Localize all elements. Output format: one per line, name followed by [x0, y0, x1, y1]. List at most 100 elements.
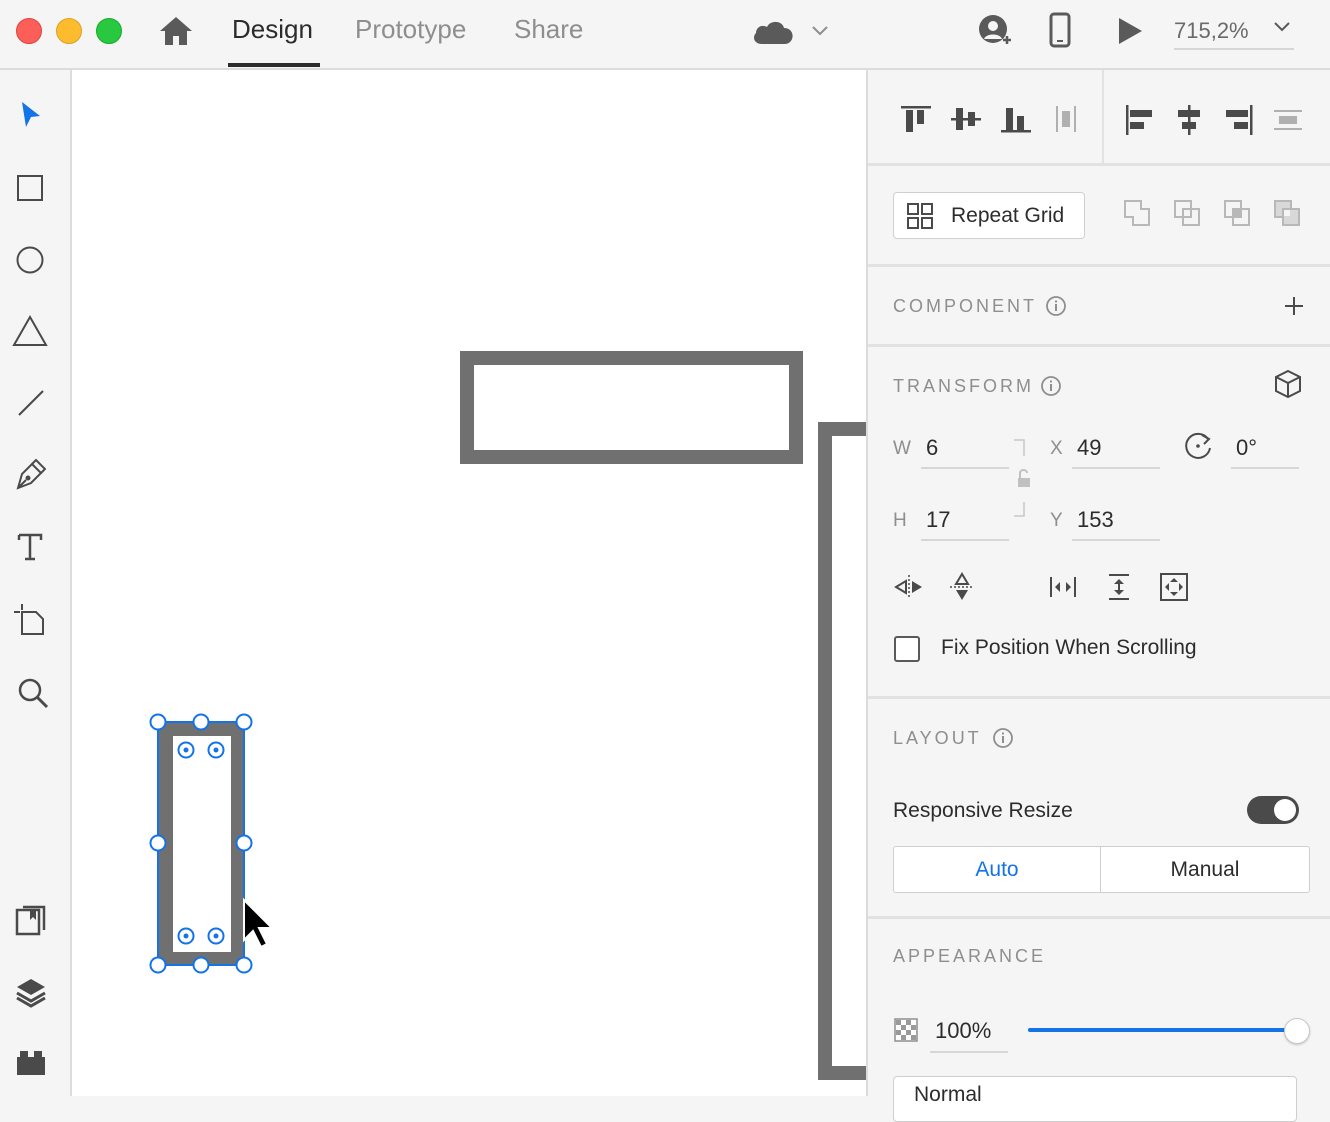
- share-user-icon[interactable]: [976, 12, 1014, 55]
- height-field[interactable]: 17: [926, 507, 950, 533]
- line-icon[interactable]: [16, 388, 46, 418]
- align-center-icon[interactable]: [1174, 104, 1204, 141]
- width-label: W: [893, 438, 911, 459]
- 3d-transform-icon[interactable]: [1272, 368, 1304, 405]
- rectangle-icon[interactable]: [16, 174, 44, 202]
- y-field-underline: [1072, 539, 1160, 541]
- opacity-slider-track[interactable]: [1028, 1028, 1296, 1032]
- boolean-intersect-icon[interactable]: [1222, 198, 1252, 233]
- section-divider: [868, 163, 1330, 166]
- height-label: H: [893, 510, 907, 531]
- property-inspector: Repeat Grid COMPONENT TRANSFORM W 6 X 49…: [866, 70, 1330, 1122]
- boolean-subtract-icon[interactable]: [1172, 198, 1202, 233]
- zoom-level[interactable]: 715,2%: [1174, 18, 1249, 44]
- y-field[interactable]: 153: [1077, 507, 1114, 533]
- opacity-field-underline: [930, 1051, 1008, 1053]
- layout-auto-label: Auto: [975, 858, 1019, 881]
- rotate-icon[interactable]: [1182, 430, 1214, 467]
- align-bottom-icon[interactable]: [1000, 104, 1032, 139]
- resize-handle-top-left[interactable]: [149, 713, 167, 731]
- pen-icon[interactable]: [14, 458, 46, 492]
- align-top-icon[interactable]: [900, 104, 932, 139]
- tab-share[interactable]: Share: [514, 14, 583, 45]
- resize-handle-bottom[interactable]: [192, 956, 210, 974]
- fit-resize-icon[interactable]: [1159, 572, 1189, 607]
- component-section-title: COMPONENT: [893, 296, 1037, 316]
- blend-mode-dropdown[interactable]: Normal: [893, 1076, 1297, 1122]
- selected-rectangle-shape[interactable]: [159, 722, 245, 966]
- layout-auto-button[interactable]: Auto: [893, 846, 1101, 893]
- width-field-underline: [921, 467, 1009, 469]
- layers-icon[interactable]: [14, 976, 48, 1010]
- responsive-resize-toggle[interactable]: [1247, 796, 1299, 824]
- home-icon[interactable]: [158, 14, 194, 53]
- repeat-grid-button[interactable]: Repeat Grid: [893, 192, 1085, 239]
- distribute-vertical-icon[interactable]: [1050, 104, 1082, 139]
- minimize-window-button[interactable]: [56, 18, 82, 44]
- active-tab-indicator: [228, 63, 320, 67]
- text-icon[interactable]: [16, 532, 44, 562]
- flip-vertical-icon[interactable]: [947, 572, 977, 607]
- resize-handle-left[interactable]: [149, 834, 167, 852]
- play-icon[interactable]: [1116, 16, 1144, 51]
- distribute-horizontal-icon[interactable]: [1272, 104, 1304, 141]
- tab-design[interactable]: Design: [232, 14, 313, 45]
- ellipse-icon[interactable]: [15, 245, 45, 275]
- tab-prototype[interactable]: Prototype: [355, 14, 466, 45]
- info-icon[interactable]: [992, 727, 1014, 754]
- opacity-slider-thumb[interactable]: [1284, 1018, 1310, 1044]
- zoom-dropdown-icon[interactable]: [1272, 20, 1292, 39]
- cloud-icon[interactable]: [750, 18, 796, 51]
- info-icon[interactable]: [1045, 295, 1067, 322]
- resize-handle-bottom-right[interactable]: [235, 956, 253, 974]
- artboard-icon[interactable]: [12, 602, 46, 636]
- distribute-spacing-horizontal-icon[interactable]: [1048, 572, 1078, 607]
- align-middle-icon[interactable]: [950, 104, 982, 139]
- info-icon[interactable]: [1040, 375, 1062, 402]
- section-divider: [868, 344, 1330, 347]
- zoom-underline: [1174, 48, 1294, 50]
- appearance-section-title: APPEARANCE: [893, 946, 1047, 966]
- close-window-button[interactable]: [16, 18, 42, 44]
- y-label: Y: [1050, 510, 1063, 531]
- opacity-icon: [894, 1018, 918, 1047]
- lock-aspect-icon[interactable]: [1012, 438, 1036, 525]
- device-preview-icon[interactable]: [1048, 12, 1072, 53]
- assets-icon[interactable]: [14, 904, 48, 938]
- rotation-field[interactable]: 0°: [1236, 435, 1257, 461]
- fix-position-label: Fix Position When Scrolling: [941, 636, 1197, 659]
- resize-handle-top[interactable]: [192, 713, 210, 731]
- chevron-down-icon[interactable]: [810, 24, 830, 43]
- layout-manual-button[interactable]: Manual: [1100, 846, 1310, 893]
- align-left-icon[interactable]: [1124, 104, 1154, 141]
- responsive-resize-label: Responsive Resize: [893, 799, 1073, 822]
- x-field[interactable]: 49: [1077, 435, 1101, 461]
- add-component-icon[interactable]: [1283, 295, 1305, 322]
- align-right-icon[interactable]: [1224, 104, 1254, 141]
- horizontal-rectangle-shape[interactable]: [460, 351, 803, 464]
- repeat-grid-icon: [907, 203, 933, 229]
- design-canvas[interactable]: [72, 70, 866, 1096]
- section-divider: [868, 696, 1330, 699]
- select-icon[interactable]: [18, 100, 44, 130]
- height-field-underline: [921, 539, 1009, 541]
- resize-handle-top-right[interactable]: [235, 713, 253, 731]
- section-divider: [868, 916, 1330, 919]
- right-rectangle-shape[interactable]: [818, 422, 866, 1080]
- resize-handle-right[interactable]: [235, 834, 253, 852]
- zoom-window-button[interactable]: [96, 18, 122, 44]
- tools-toolbar: [0, 70, 72, 1096]
- zoom-tool-icon[interactable]: [16, 676, 50, 710]
- flip-horizontal-icon[interactable]: [894, 572, 924, 607]
- fix-position-checkbox[interactable]: [894, 636, 920, 662]
- boolean-exclude-icon[interactable]: [1272, 198, 1302, 233]
- width-field[interactable]: 6: [926, 435, 938, 461]
- align-divider: [1102, 70, 1104, 164]
- plugins-icon[interactable]: [14, 1048, 48, 1078]
- resize-handle-bottom-left[interactable]: [149, 956, 167, 974]
- boolean-add-icon[interactable]: [1122, 198, 1152, 233]
- polygon-icon[interactable]: [12, 314, 48, 348]
- layout-manual-label: Manual: [1170, 858, 1240, 881]
- opacity-field[interactable]: 100%: [935, 1018, 991, 1044]
- distribute-spacing-vertical-icon[interactable]: [1104, 572, 1134, 607]
